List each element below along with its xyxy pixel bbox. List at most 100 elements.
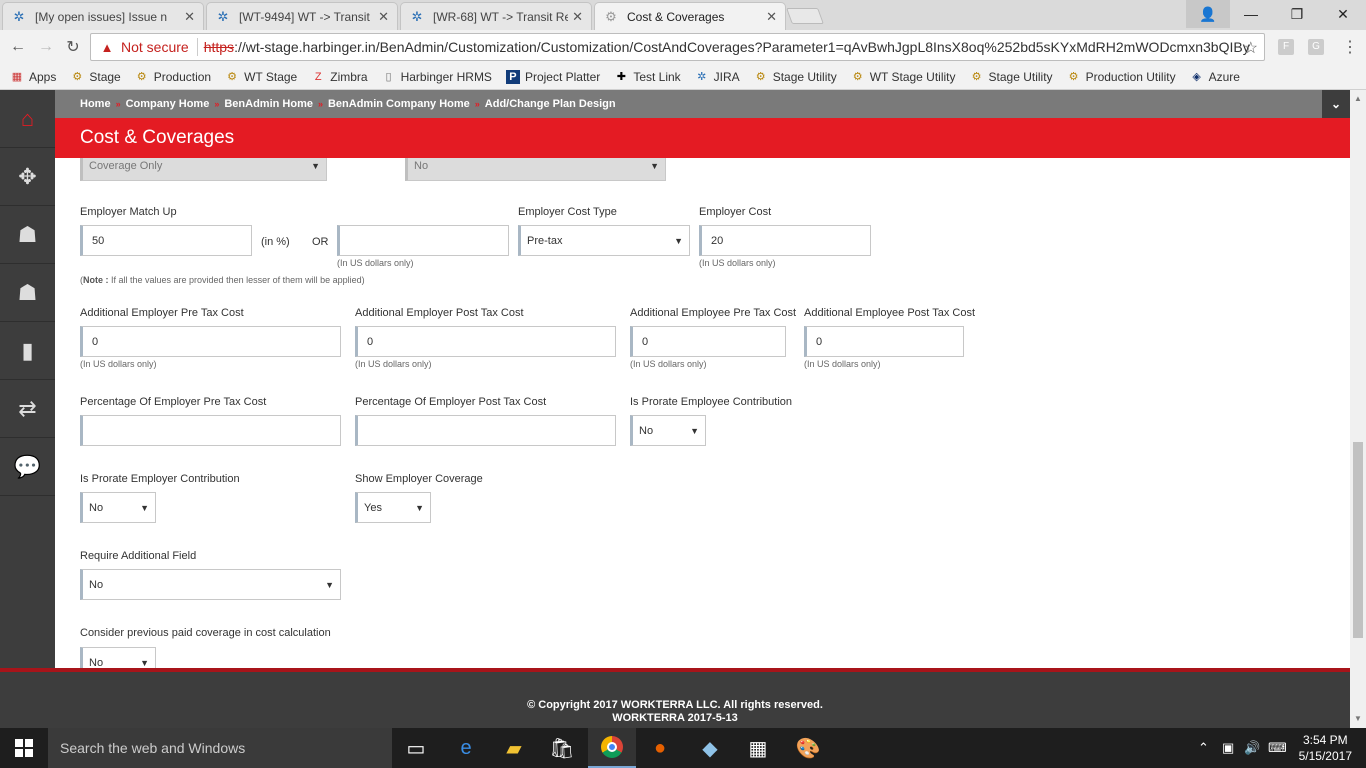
minimize-icon[interactable]: — [1228, 0, 1274, 28]
bookmark-production[interactable]: ⚙ Production [135, 70, 211, 84]
bookmark-test-link[interactable]: ✚ Test Link [614, 70, 681, 84]
breadcrumb-benadmin-company-home[interactable]: BenAdmin Company Home [328, 98, 470, 110]
bookmark-apps[interactable]: ▦ Apps [10, 70, 57, 84]
prorate-employer-contribution-select[interactable]: No ▼ [80, 492, 156, 523]
browser-tab-cost-coverages[interactable]: ⚙ Cost & Coverages ✕ [594, 2, 786, 30]
extension-icon[interactable]: F [1278, 39, 1294, 55]
bookmark-harbinger-hrms[interactable]: ▯ Harbinger HRMS [382, 70, 492, 84]
bar-chart-icon[interactable]: ▮ [0, 322, 55, 380]
require-additional-field-select[interactable]: No ▼ [80, 569, 341, 600]
close-window-icon[interactable]: ✕ [1320, 0, 1366, 28]
windows-taskbar: Search the web and Windows ▭ e ▰ 🛍 ● ◆ ▦… [0, 728, 1366, 768]
keyboard-icon[interactable]: ⌨ [1268, 728, 1287, 768]
bookmark-stage-utility-2[interactable]: ⚙ Stage Utility [970, 70, 1053, 84]
show-employer-coverage-select[interactable]: Yes ▼ [355, 492, 431, 523]
clock-time: 3:54 PM [1302, 733, 1348, 747]
employer-cost-type-select[interactable]: Pre-tax ▼ [518, 225, 690, 256]
profile-icon[interactable]: 👤 [1186, 0, 1230, 28]
reload-icon[interactable]: ↻ [63, 37, 83, 57]
bookmark-production-utility[interactable]: ⚙ Production Utility [1067, 70, 1176, 84]
close-tab-icon[interactable]: ✕ [378, 9, 389, 25]
app-icon[interactable]: ◆ [686, 728, 734, 768]
additional-employee-pre-tax-input[interactable]: 0 [630, 326, 786, 357]
breadcrumb-separator-icon: » [214, 99, 220, 109]
windows-start-icon[interactable] [0, 728, 48, 768]
gear-icon: ⚙ [852, 71, 863, 83]
extension-g-icon[interactable]: G [1308, 39, 1324, 55]
taskbar-search-input[interactable]: Search the web and Windows [48, 728, 392, 768]
bookmark-wt-stage-utility[interactable]: ⚙ WT Stage Utility [851, 70, 956, 84]
consider-previous-coverage-select[interactable]: No ▼ [80, 647, 156, 668]
additional-employer-post-tax-input[interactable]: 0 [355, 326, 616, 357]
zimbra-icon: Z [314, 70, 322, 83]
close-tab-icon[interactable]: ✕ [766, 9, 777, 25]
bookmark-star-icon[interactable]: ☆ [1244, 38, 1258, 58]
select-value: Coverage Only [89, 159, 163, 172]
scrollbar-thumb[interactable] [1353, 442, 1363, 638]
network-icon[interactable]: ▣ [1222, 728, 1234, 768]
chevron-down-icon[interactable]: ⌄ [1322, 90, 1350, 118]
store-icon[interactable]: 🛍 [538, 728, 586, 768]
volume-icon[interactable]: 🔊 [1244, 728, 1260, 768]
bookmark-stage-utility[interactable]: ⚙ Stage Utility [754, 70, 837, 84]
transfer-arrows-icon[interactable]: ⇄ [0, 380, 55, 438]
bookmark-stage[interactable]: ⚙ Stage [70, 70, 120, 84]
forward-arrow-icon[interactable]: → [36, 37, 56, 57]
breadcrumb-company-home[interactable]: Company Home [126, 98, 210, 110]
employer-match-up-percent-input[interactable]: 50 [80, 225, 252, 256]
address-bar[interactable]: ▲ Not secure https ://wt-stage.harbinger… [90, 33, 1265, 61]
bookmark-zimbra[interactable]: Z Zimbra [311, 70, 368, 84]
chevron-up-icon[interactable]: ⌃ [1198, 728, 1209, 768]
select-value: Pre-tax [527, 234, 563, 247]
employer-cost-label: Employer Cost [699, 206, 772, 218]
scroll-up-icon[interactable]: ▲ [1354, 94, 1362, 103]
menu-kebab-icon[interactable]: ⋮ [1340, 37, 1360, 57]
browser-tab-wt-9494[interactable]: ✲ [WT-9494] WT -> Transit ✕ [206, 2, 398, 30]
file-explorer-icon[interactable]: ▰ [490, 728, 538, 768]
home-icon[interactable]: ⌂ [0, 90, 55, 148]
breadcrumb-home[interactable]: Home [80, 98, 111, 110]
bookmark-azure[interactable]: ◈ Azure [1190, 70, 1240, 84]
prorate-employee-contribution-label: Is Prorate Employee Contribution [630, 396, 793, 408]
additional-employee-post-tax-input[interactable]: 0 [804, 326, 964, 357]
browser-tab-wr-68[interactable]: ✲ [WR-68] WT -> Transit Re ✕ [400, 2, 592, 30]
paint-icon[interactable]: 🎨 [784, 728, 832, 768]
edge-browser-icon[interactable]: e [442, 728, 490, 768]
lesser-value-note: (Note : If all the values are provided t… [80, 275, 365, 285]
puzzle-icon[interactable]: ✥ [0, 148, 55, 206]
breadcrumb-benadmin-home[interactable]: BenAdmin Home [224, 98, 313, 110]
page-scrollbar[interactable]: ▲ ▼ [1350, 90, 1366, 728]
coverage-type-select[interactable]: Coverage Only ▼ [80, 158, 327, 181]
bookmark-wt-stage[interactable]: ⚙ WT Stage [225, 70, 297, 84]
user-star-icon[interactable]: ☗ [0, 206, 55, 264]
calculator-icon[interactable]: ▦ [734, 728, 782, 768]
or-label: OR [312, 236, 329, 248]
percentage-employer-pre-tax-input[interactable] [80, 415, 341, 446]
restore-icon[interactable]: ❐ [1274, 0, 1320, 28]
user-icon[interactable]: ☗ [0, 264, 55, 322]
breadcrumb-separator-icon: » [474, 99, 480, 109]
chrome-icon[interactable] [588, 728, 636, 768]
new-tab-button[interactable] [786, 8, 824, 24]
breadcrumb-separator-icon: » [115, 99, 121, 109]
top-secondary-select[interactable]: No ▼ [405, 158, 666, 181]
bookmark-label: Production Utility [1085, 69, 1176, 84]
employer-match-up-dollar-input[interactable] [337, 225, 509, 256]
prorate-employee-contribution-select[interactable]: No ▼ [630, 415, 706, 446]
back-arrow-icon[interactable]: ← [8, 37, 28, 57]
close-tab-icon[interactable]: ✕ [184, 9, 195, 25]
employer-cost-input[interactable]: 20 [699, 225, 871, 256]
page-footer: © Copyright 2017 WORKTERRA LLC. All righ… [0, 668, 1350, 728]
bookmark-jira[interactable]: ✲ JIRA [695, 70, 740, 84]
chat-bubble-icon[interactable]: 💬 [0, 438, 55, 496]
percentage-employer-post-tax-input[interactable] [355, 415, 616, 446]
additional-employer-pre-tax-input[interactable]: 0 [80, 326, 341, 357]
dollar-hint: (In US dollars only) [804, 359, 881, 369]
browser-tab-my-open-issues[interactable]: ✲ [My open issues] Issue n ✕ [2, 2, 204, 30]
firefox-icon[interactable]: ● [636, 728, 684, 768]
taskbar-clock[interactable]: 3:54 PM 5/15/2017 [1299, 732, 1352, 764]
scroll-down-icon[interactable]: ▼ [1354, 714, 1362, 723]
close-tab-icon[interactable]: ✕ [572, 9, 583, 25]
task-view-icon[interactable]: ▭ [392, 728, 440, 768]
bookmark-project-platter[interactable]: P Project Platter [505, 69, 600, 84]
